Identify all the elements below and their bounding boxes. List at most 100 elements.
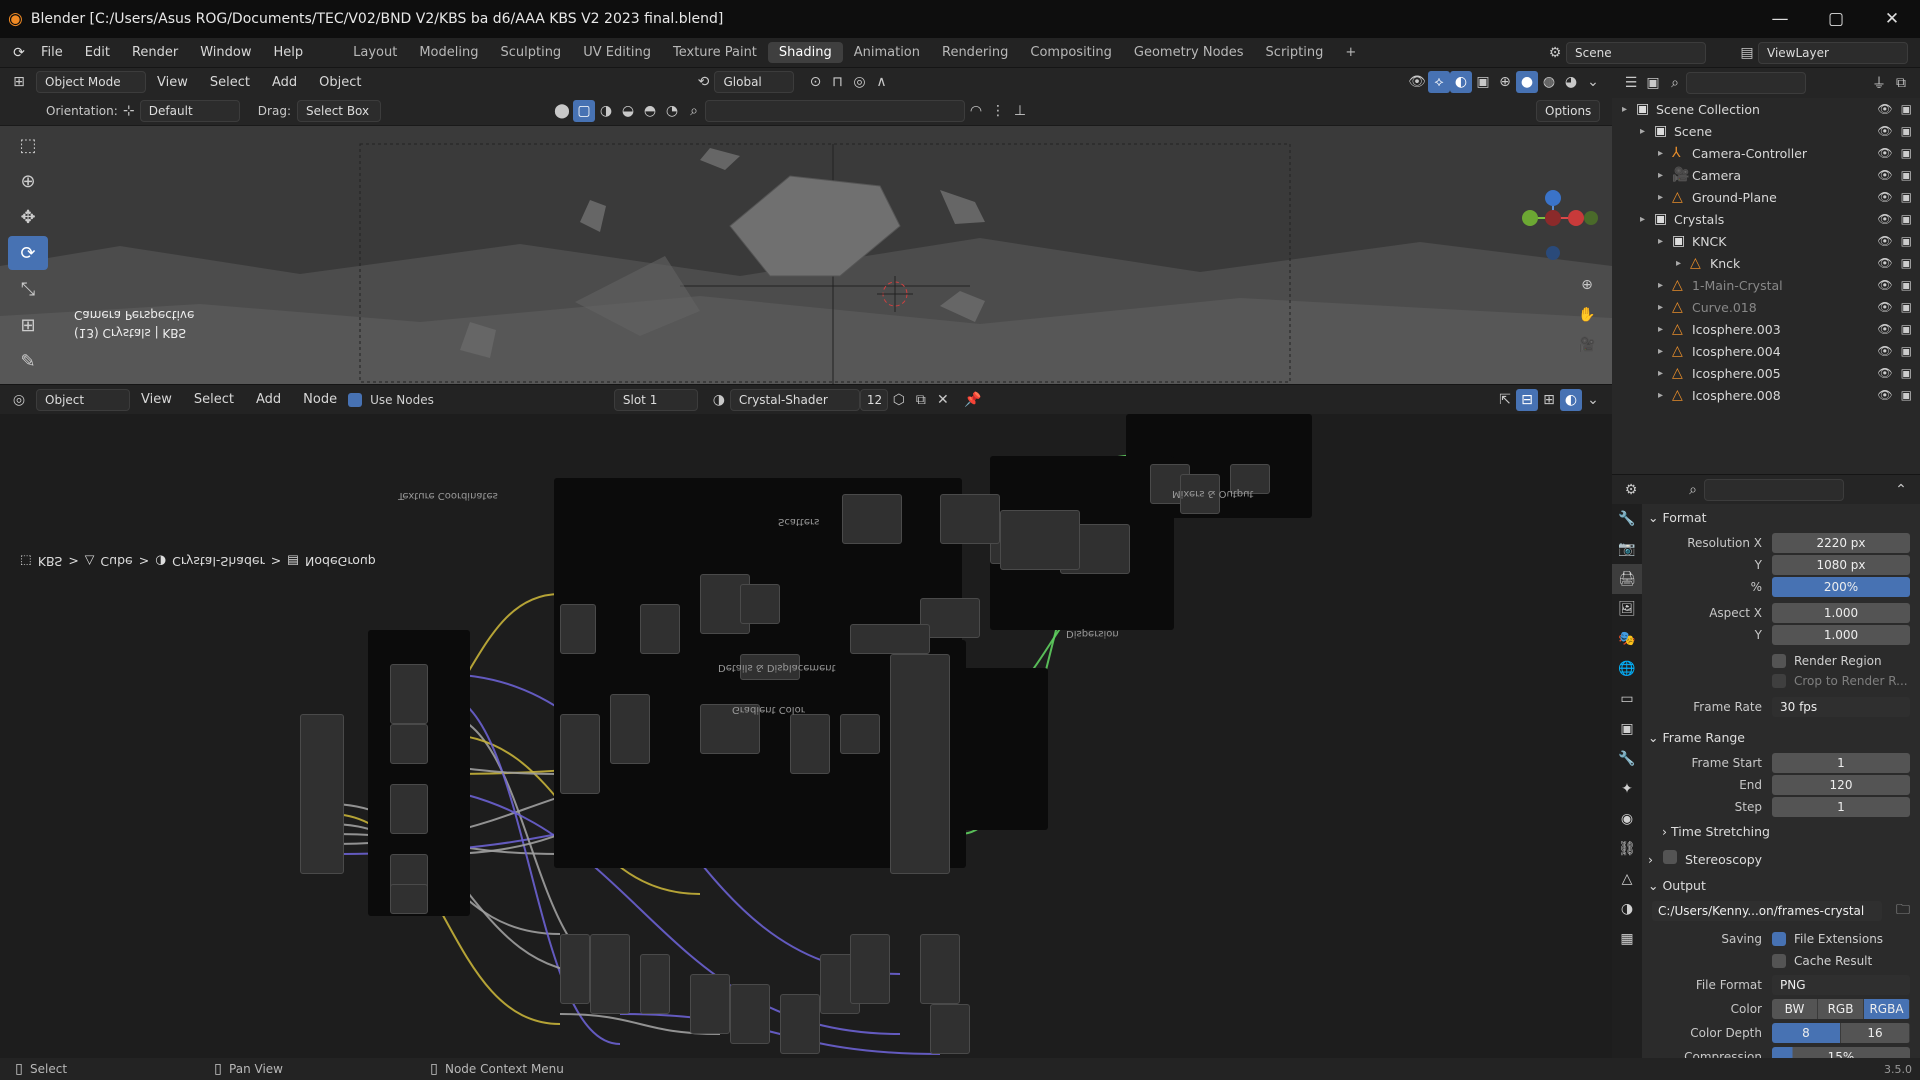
add-workspace-button[interactable]: + — [1334, 42, 1367, 63]
resolution-percent-field[interactable]: 200% — [1772, 577, 1910, 597]
breadcrumb-item[interactable]: Cube — [100, 554, 132, 569]
render-visibility-icon[interactable]: ▣ — [1901, 322, 1912, 336]
node-editor-type-icon[interactable]: ◎ — [8, 389, 30, 411]
resolution-x-field[interactable]: 2220 px — [1772, 533, 1910, 553]
visibility-eye-icon[interactable]: 👁 — [1877, 212, 1892, 226]
snap-node-icon[interactable]: ⊟ — [1516, 388, 1538, 411]
data-properties-icon[interactable]: △ — [1612, 864, 1642, 894]
affect-only-icon[interactable]: ⋮ — [987, 100, 1009, 122]
outliner-row[interactable]: ▸ △ 1-Main-Crystal 👁 ▣ — [1612, 274, 1920, 296]
tab-geometry-nodes[interactable]: Geometry Nodes — [1123, 42, 1255, 63]
node-menu-add[interactable]: Add — [245, 392, 292, 407]
close-button[interactable]: ✕ — [1864, 0, 1920, 38]
fake-user-icon[interactable]: ⬡ — [888, 389, 910, 411]
stereoscopy-checkbox[interactable] — [1662, 850, 1677, 864]
select-invert-icon[interactable]: ◓ — [639, 100, 661, 122]
snap-element-icon[interactable]: ⊞ — [1538, 389, 1560, 411]
resolution-y-field[interactable]: 1080 px — [1772, 555, 1910, 575]
blender-menu-icon[interactable]: ⟳ — [8, 42, 30, 64]
maximize-button[interactable]: ▢ — [1808, 0, 1864, 38]
disclosure-triangle-icon[interactable]: ▸ — [1658, 148, 1672, 159]
shading-wireframe-icon[interactable]: ⊕ — [1494, 71, 1516, 93]
shader-node[interactable] — [1000, 510, 1080, 570]
transform-orientation-dropdown[interactable]: Global — [714, 71, 795, 93]
output-properties-icon[interactable]: 🖨 — [1612, 564, 1642, 594]
viewport-menu-add[interactable]: Add — [261, 75, 308, 90]
output-path-field[interactable]: C:/Users/Kenny...on/frames-crystal — [1652, 901, 1882, 921]
shader-node[interactable] — [930, 1004, 970, 1054]
node-editor-canvas[interactable]: Gradient Color Scatters Mixers & Output … — [0, 414, 1612, 1080]
shader-type-dropdown[interactable]: Object — [36, 388, 130, 411]
disclosure-triangle-icon[interactable]: ▸ — [1640, 126, 1654, 137]
outliner-row[interactable]: ▸ △ Knck 👁 ▣ — [1612, 252, 1920, 274]
shader-node[interactable] — [560, 604, 596, 654]
particle-properties-icon[interactable]: ✦ — [1612, 774, 1642, 804]
render-visibility-icon[interactable]: ▣ — [1901, 212, 1912, 226]
shader-node[interactable] — [740, 584, 780, 624]
visibility-eye-icon[interactable]: 👁 — [1877, 344, 1892, 358]
slot-dropdown[interactable]: Slot 1 — [613, 388, 698, 411]
viewport-search-field[interactable] — [704, 99, 965, 122]
node-overlay-icon[interactable]: ◐ — [1560, 388, 1582, 411]
minimize-button[interactable]: — — [1752, 0, 1808, 38]
pan-icon[interactable]: ✋ — [1576, 304, 1598, 326]
frame-step-field[interactable]: 1 — [1772, 797, 1910, 817]
menu-help[interactable]: Help — [263, 45, 315, 60]
tab-scripting[interactable]: Scripting — [1255, 42, 1335, 63]
annotate-tool-icon[interactable]: ✎ — [8, 344, 48, 378]
node-menu-select[interactable]: Select — [183, 392, 245, 407]
select-extend-icon[interactable]: ◑ — [595, 100, 617, 122]
scene-properties-icon[interactable]: 🎭 — [1612, 624, 1642, 654]
cache-result-checkbox[interactable] — [1772, 954, 1786, 968]
disclosure-triangle-icon[interactable]: ▸ — [1658, 280, 1672, 291]
shader-node[interactable] — [790, 714, 830, 774]
proportional-edit-icon[interactable]: ◎ — [848, 71, 870, 93]
tab-compositing[interactable]: Compositing — [1019, 42, 1123, 63]
time-stretching-header[interactable]: › Time Stretching — [1662, 824, 1770, 839]
texture-properties-icon[interactable]: ▦ — [1612, 924, 1642, 954]
move-tool-icon[interactable]: ✥ — [8, 200, 48, 234]
object-properties-icon[interactable]: ▣ — [1612, 714, 1642, 744]
tab-layout[interactable]: Layout — [342, 42, 408, 63]
outliner-row[interactable]: ▸ △ Curve.018 👁 ▣ — [1612, 296, 1920, 318]
disclosure-triangle-icon[interactable]: ▸ — [1676, 258, 1690, 269]
render-visibility-icon[interactable]: ▣ — [1901, 124, 1912, 138]
visibility-icon[interactable]: 👁 — [1406, 71, 1428, 93]
world-properties-icon[interactable]: 🌐 — [1612, 654, 1642, 684]
node-menu-node[interactable]: Node — [292, 392, 348, 407]
collection-properties-icon[interactable]: ▭ — [1612, 684, 1642, 714]
scene-selector[interactable]: Scene — [1566, 41, 1706, 64]
view-layer-icon[interactable]: ▤ — [1736, 42, 1758, 64]
shader-node[interactable] — [590, 934, 630, 1014]
shading-options-icon[interactable]: ⌄ — [1582, 71, 1604, 93]
shader-node[interactable] — [560, 934, 590, 1004]
tab-shading[interactable]: Shading — [767, 42, 843, 63]
material-name-field[interactable]: Crystal-Shader — [729, 388, 860, 411]
color-rgb-option[interactable]: RGB — [1818, 999, 1864, 1019]
visibility-eye-icon[interactable]: 👁 — [1877, 146, 1892, 160]
visibility-eye-icon[interactable]: 👁 — [1877, 278, 1892, 292]
duplicate-material-icon[interactable]: ⧉ — [910, 389, 932, 411]
color-rgba-option[interactable]: RGBA — [1864, 999, 1910, 1019]
visibility-eye-icon[interactable]: 👁 — [1877, 124, 1892, 138]
visibility-eye-icon[interactable]: 👁 — [1877, 234, 1892, 248]
visibility-eye-icon[interactable]: 👁 — [1877, 190, 1892, 204]
menu-edit[interactable]: Edit — [74, 45, 121, 60]
visibility-eye-icon[interactable]: 👁 — [1877, 300, 1892, 314]
scene-icon[interactable]: ⚙ — [1544, 42, 1566, 64]
rotate-tool-icon[interactable]: ⟳ — [8, 236, 48, 270]
format-section-header[interactable]: ⌄ Format — [1648, 510, 1707, 525]
xray-icon[interactable]: ▣ — [1472, 71, 1494, 93]
shader-node[interactable] — [920, 934, 960, 1004]
menu-window[interactable]: Window — [189, 45, 262, 60]
cursor-tool-icon[interactable]: ⊕ — [8, 164, 48, 198]
output-section-header[interactable]: ⌄ Output — [1648, 878, 1706, 893]
modifier-properties-icon[interactable]: 🔧 — [1612, 744, 1642, 774]
outliner-row[interactable]: ▸ △ Ground-Plane 👁 ▣ — [1612, 186, 1920, 208]
visibility-eye-icon[interactable]: 👁 — [1877, 322, 1892, 336]
outliner-row[interactable]: ▸ 🎥 Camera 👁 ▣ — [1612, 164, 1920, 186]
menu-render[interactable]: Render — [121, 45, 189, 60]
shader-node[interactable] — [940, 494, 1000, 544]
outliner-row[interactable]: ▸ ▣ Crystals 👁 ▣ — [1612, 208, 1920, 230]
use-nodes-checkbox[interactable] — [348, 392, 363, 407]
